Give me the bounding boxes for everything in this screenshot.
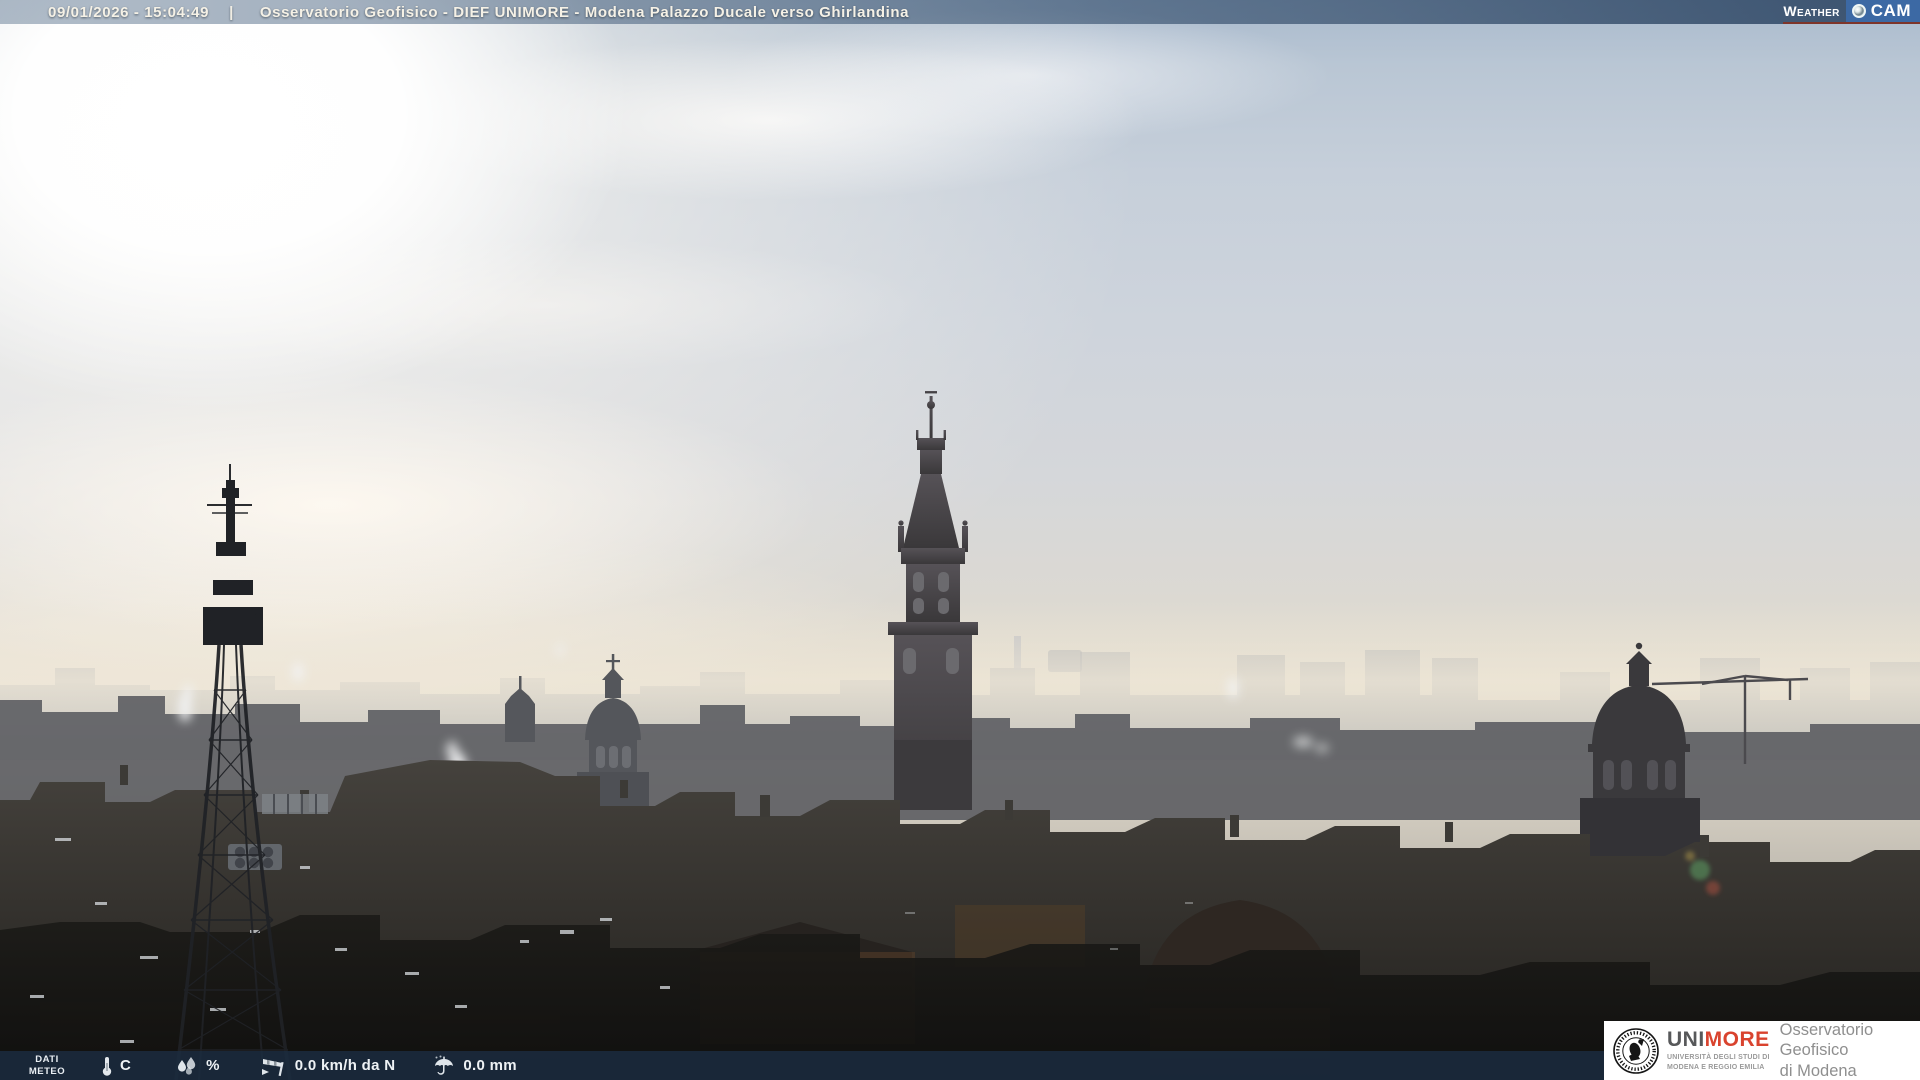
temperature-unit: C [120, 1057, 131, 1074]
camera-lens-icon [1852, 4, 1866, 18]
observatory-name: Osservatorio Geofisico di Modena [1780, 1020, 1920, 1080]
dati-meteo-label: DATI METEO [18, 1054, 76, 1077]
osd-top-bar: 09/01/2026 - 15:04:49 | Osservatorio Geo… [0, 0, 1920, 24]
webcam-frame: 09/01/2026 - 15:04:49 | Osservatorio Geo… [0, 0, 1920, 1080]
slatted-roof-structure [262, 794, 328, 814]
thermometer-icon [100, 1055, 114, 1077]
unimore-wordmark: UNIMORE UNIVERSITÀ DEGLI STUDI DI MODENA… [1667, 1029, 1770, 1072]
rooftop-ac-unit [228, 844, 282, 870]
unimore-more: MORE [1705, 1028, 1770, 1051]
observatory-line-2: di Modena [1780, 1061, 1920, 1080]
weathercam-cam-text: CAM [1871, 1, 1911, 21]
humidity-drops-icon [175, 1056, 199, 1076]
webcam-title: Osservatorio Geofisico - DIEF UNIMORE - … [260, 4, 909, 21]
city-skyline-illustration [0, 0, 1920, 1080]
unimore-seal-icon [1613, 1028, 1659, 1074]
humidity-unit: % [206, 1057, 220, 1074]
unimore-uni: UNI [1667, 1028, 1705, 1051]
university-subtitle-1: UNIVERSITÀ DEGLI STUDI DI [1667, 1053, 1770, 1062]
weathercam-cam-box: CAM [1846, 0, 1920, 22]
university-subtitle-2: MODENA E REGGIO EMILIA [1667, 1063, 1770, 1072]
umbrella-icon [433, 1055, 455, 1077]
observatory-line-1: Osservatorio Geofisico [1780, 1020, 1920, 1061]
unimore-brand-box: UNIMORE UNIVERSITÀ DEGLI STUDI DI MODENA… [1604, 1021, 1920, 1080]
weathercam-logo: Weather CAM [1783, 0, 1920, 24]
weathercam-word: Weather [1783, 0, 1845, 22]
separator: | [229, 4, 234, 21]
rain-value: 0.0 mm [463, 1057, 517, 1074]
wind-value: 0.0 km/h da N [295, 1057, 396, 1074]
datetime-text: 09/01/2026 - 15:04:49 [48, 4, 209, 21]
windsock-icon [260, 1055, 286, 1077]
